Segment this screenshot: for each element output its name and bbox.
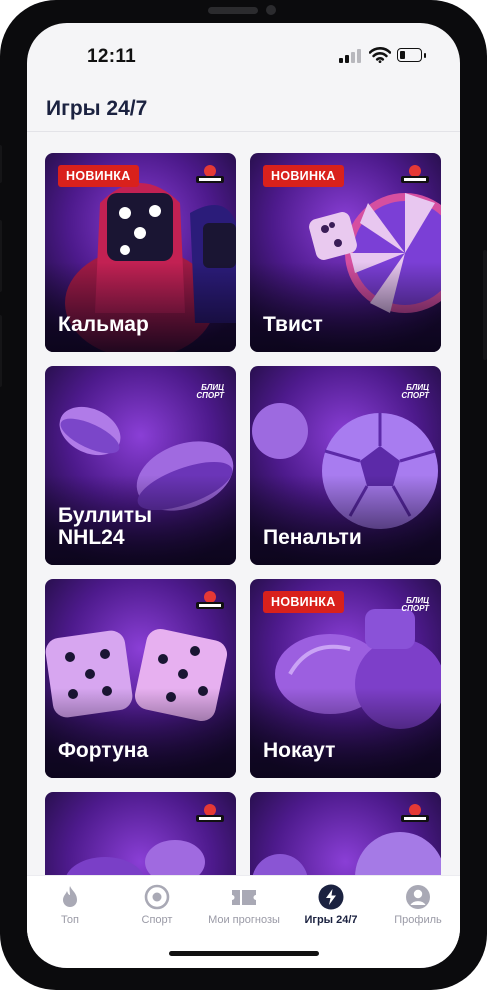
blitz-sport-logo: БЛИЦ СПОРТ <box>401 596 429 613</box>
flame-icon <box>63 886 77 907</box>
game-card[interactable]: Фортуна <box>45 579 236 778</box>
nardball-logo-icon <box>196 591 224 609</box>
screen: 12:11 Игры 24/7 НОВИНКА Кальмар НОВИНКА … <box>27 23 460 968</box>
volume-up-button <box>0 220 2 292</box>
signal-icon <box>339 47 363 63</box>
new-badge: НОВИНКА <box>263 165 344 187</box>
game-title: Фортуна <box>58 739 149 762</box>
game-card[interactable]: НОВИНКА Твист <box>250 153 441 352</box>
header-divider <box>27 131 460 132</box>
tab-label: Спорт <box>141 914 173 926</box>
page-title: Игры 24/7 <box>46 97 148 120</box>
game-title: Кальмар <box>58 313 149 336</box>
status-time: 12:11 <box>87 46 137 67</box>
nardball-logo-icon <box>401 804 429 822</box>
tab-games-24-7[interactable]: Игры 24/7 <box>288 884 374 926</box>
power-button <box>483 250 487 360</box>
volume-down-button <box>0 315 2 387</box>
battery-icon <box>397 48 426 62</box>
nardball-logo-icon <box>196 804 224 822</box>
user-icon <box>406 885 430 909</box>
blitz-sport-logo: БЛИЦ СПОРТ <box>401 383 429 400</box>
game-card[interactable]: НОВИНКА Кальмар <box>45 153 236 352</box>
tab-profile[interactable]: Профиль <box>375 884 460 926</box>
speaker <box>208 7 258 14</box>
home-indicator <box>169 951 319 956</box>
mute-switch <box>0 145 2 183</box>
phone-frame: 12:11 Игры 24/7 НОВИНКА Кальмар НОВИНКА … <box>0 0 487 990</box>
lightning-icon <box>318 884 344 910</box>
game-title: Нокаут <box>263 739 336 762</box>
game-title: Буллиты NHL24 <box>58 504 153 549</box>
new-badge: НОВИНКА <box>263 591 344 613</box>
tab-label: Топ <box>61 914 79 926</box>
tab-my-forecasts[interactable]: Мои прогнозы <box>201 884 287 926</box>
camera <box>266 5 276 15</box>
game-card[interactable]: НОВИНКА БЛИЦ СПОРТ Нокаут <box>250 579 441 778</box>
game-card[interactable]: БЛИЦ СПОРТ Пенальти <box>250 366 441 565</box>
nardball-logo-icon <box>401 165 429 183</box>
tab-top[interactable]: Топ <box>27 884 113 926</box>
game-title: Пенальти <box>263 526 362 549</box>
ticket-icon <box>232 890 256 905</box>
blitz-sport-logo: БЛИЦ СПОРТ <box>196 383 224 400</box>
nardball-logo-icon <box>196 165 224 183</box>
game-card[interactable]: БЛИЦ СПОРТ Буллиты NHL24 <box>45 366 236 565</box>
game-title: Твист <box>263 313 323 336</box>
new-badge: НОВИНКА <box>58 165 139 187</box>
tab-label: Профиль <box>394 914 442 926</box>
tab-label: Игры 24/7 <box>304 914 358 926</box>
tab-label: Мои прогнозы <box>208 914 280 926</box>
wifi-icon <box>369 47 391 63</box>
tab-sport[interactable]: Спорт <box>114 884 200 926</box>
target-icon <box>144 884 170 910</box>
